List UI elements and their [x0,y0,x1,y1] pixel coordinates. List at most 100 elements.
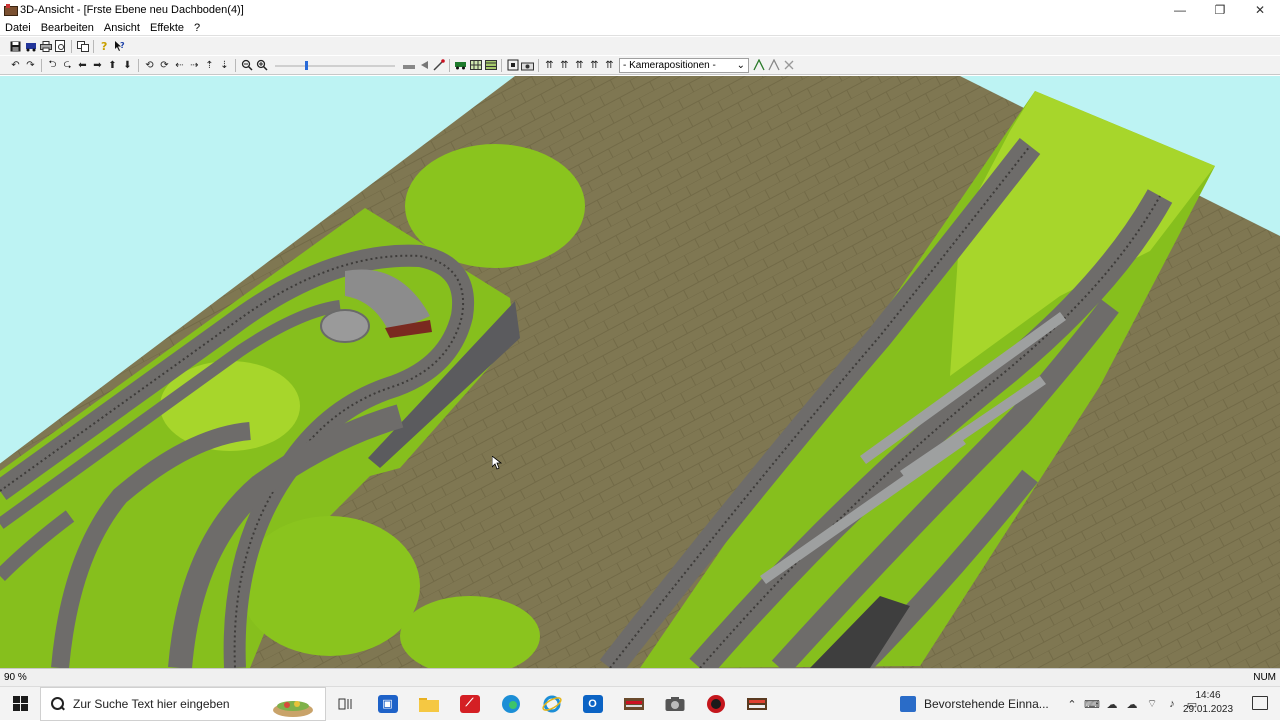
menu-effekte[interactable]: Effekte [145,22,189,34]
menu-ansicht[interactable]: Ansicht [99,22,145,34]
3d-scene[interactable] [0,76,1280,668]
camera-3-icon[interactable]: ⇈ [572,58,587,73]
pdf-reader-icon[interactable]: ⟋ [449,687,490,721]
zoom-slider[interactable] [275,58,395,73]
wifi-icon[interactable]: ⌔ [1142,697,1162,711]
notification-preview[interactable]: Bevorstehende Einna... [900,687,1049,721]
menu-bearbeiten[interactable]: Bearbeiten [36,22,99,34]
keyboard-icon[interactable]: ⌨ [1082,698,1102,711]
save-icon[interactable] [8,39,23,54]
print-icon[interactable] [38,39,53,54]
minimize-button[interactable]: — [1160,0,1200,20]
turntable [320,309,370,343]
redo-icon[interactable]: ↷ [23,58,38,73]
close-button[interactable]: ✕ [1240,0,1280,20]
arrow-up-icon[interactable]: ⬆ [105,58,120,73]
railroad-planner-icon[interactable] [613,687,654,721]
taskbar-search[interactable]: Zur Suche Text hier eingeben [40,686,326,721]
notification-center-icon[interactable] [1252,696,1268,710]
volume-icon[interactable]: ♪ [1162,698,1182,710]
menu-help[interactable]: ? [189,22,205,34]
num-lock-indicator: NUM [1253,672,1276,683]
train-icon[interactable] [23,39,38,54]
lower-icon[interactable]: ⇣ [217,58,232,73]
svg-text:?: ? [120,41,125,50]
camera-edit-icon[interactable] [766,58,781,73]
zoom-in-icon[interactable] [254,58,269,73]
toolbar-separator [93,39,94,53]
clock[interactable]: 14:46 29.01.2023 [1180,689,1236,717]
status-bar: 90 % NUM [0,668,1280,686]
window-title: 3D-Ansicht - [Frste Ebene neu Dachboden(… [20,4,244,16]
toolbar-separator [449,58,450,72]
grid-icon[interactable] [468,58,483,73]
window-controls: — ❐ ✕ [1160,0,1280,20]
store-icon[interactable]: ▣ [367,687,408,721]
camera-select-value: - Kamerapositionen - [623,59,716,71]
toolbar-separator [235,58,236,72]
task-view-icon[interactable] [326,687,367,721]
camera-5-icon[interactable]: ⇈ [602,58,617,73]
restore-button[interactable]: ❐ [1200,0,1240,20]
grass-patch [240,516,420,656]
raise-icon[interactable]: ⇡ [202,58,217,73]
calendar-icon [900,696,916,712]
search-placeholder: Zur Suche Text hier eingeben [73,696,230,711]
slider-thumb[interactable] [305,60,308,70]
locomotive-icon[interactable] [453,58,468,73]
zoom-status: 90 % [4,672,27,683]
start-button[interactable] [0,687,40,721]
floor-icon[interactable] [401,58,416,73]
arrow-left-icon[interactable]: ⬅ [75,58,90,73]
3d-viewport[interactable] [0,76,1280,668]
camera-add-icon[interactable] [751,58,766,73]
undo-icon[interactable]: ↶ [8,58,23,73]
camera-position-select[interactable]: - Kamerapositionen - ⌄ [619,57,749,73]
title-bar: 3D-Ansicht - [Frste Ebene neu Dachboden(… [0,0,1280,20]
print-preview-icon[interactable] [53,39,68,54]
camera-icon[interactable] [520,58,535,73]
arrow-down-icon[interactable]: ⬇ [120,58,135,73]
menu-datei[interactable]: Datei [0,22,36,34]
clock-date: 29.01.2023 [1182,704,1234,715]
toolbar-separator [71,39,72,53]
toolbar-separator [138,58,139,72]
notification-text: Bevorstehende Einna... [924,697,1049,711]
copy-icon[interactable] [75,39,90,54]
camera-2-icon[interactable]: ⇈ [557,58,572,73]
zoom-out-icon[interactable] [239,58,254,73]
cloud-icon[interactable]: ☁ [1102,698,1122,711]
camera-4-icon[interactable]: ⇈ [587,58,602,73]
play-back-icon[interactable] [416,58,431,73]
chevron-down-icon: ⌄ [736,59,745,71]
internet-explorer-icon[interactable] [531,687,572,721]
rotate-right-icon[interactable]: ⮎ [60,58,75,73]
media-app-icon[interactable] [695,687,736,721]
file-explorer-icon[interactable] [408,687,449,721]
toolbar-file: ? ? [0,37,1280,55]
texture-icon[interactable] [483,58,498,73]
rotate-left-icon[interactable]: ⮌ [45,58,60,73]
toolbar-separator [41,58,42,72]
context-help-icon[interactable]: ? [112,39,127,54]
tilt-down-icon[interactable]: ⟳ [157,58,172,73]
onedrive-icon[interactable]: ☁ [1122,698,1142,711]
outlook-icon[interactable]: O [572,687,613,721]
help-icon[interactable]: ? [97,39,112,54]
mouse-cursor-icon [492,456,502,470]
chevron-up-icon[interactable]: ⌃ [1062,698,1082,711]
menu-bar: Datei Bearbeiten Ansicht Effekte ? [0,20,1280,36]
toolbar-separator [501,58,502,72]
3d-viewer-app-icon[interactable] [736,687,777,721]
pan-right-icon[interactable]: ⇢ [187,58,202,73]
camera-1-icon[interactable]: ⇈ [542,58,557,73]
camera-app-icon[interactable] [654,687,695,721]
app-icon [4,4,18,16]
arrow-right-icon[interactable]: ➡ [90,58,105,73]
tilt-up-icon[interactable]: ⟲ [142,58,157,73]
camera-delete-icon[interactable] [781,58,796,73]
wand-icon[interactable] [431,58,446,73]
fit-view-icon[interactable] [505,58,520,73]
edge-browser-icon[interactable] [490,687,531,721]
pan-left-icon[interactable]: ⇠ [172,58,187,73]
